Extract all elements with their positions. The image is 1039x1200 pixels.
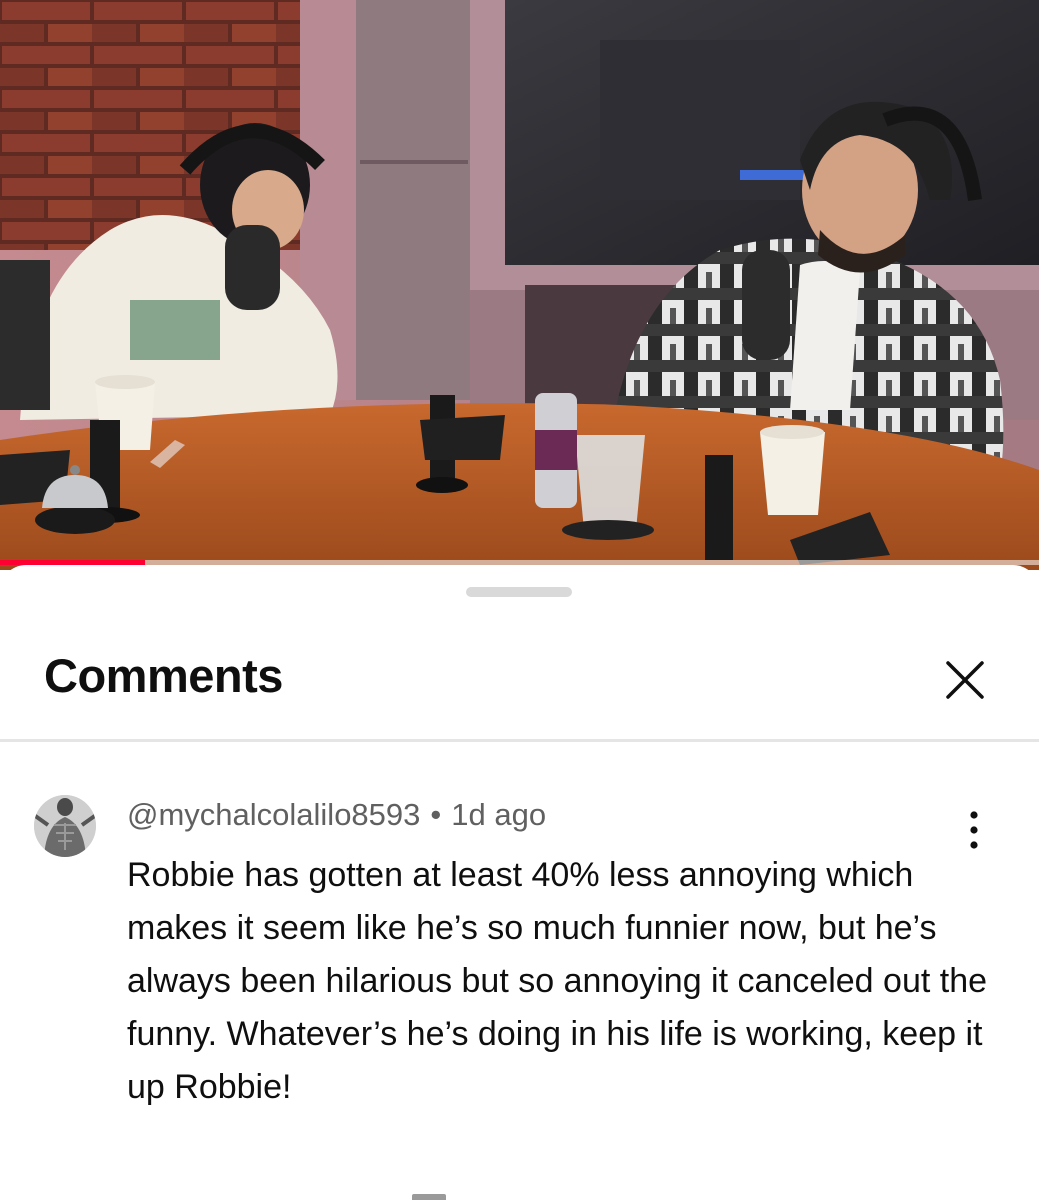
meta-separator: •: [430, 797, 442, 832]
avatar[interactable]: [34, 795, 96, 857]
close-icon: [946, 661, 984, 699]
avatar-image: [34, 795, 96, 857]
close-button[interactable]: [938, 653, 992, 707]
comment-time: 1d ago: [451, 797, 547, 832]
drag-handle[interactable]: [466, 587, 572, 597]
comment-meta: @mychalcolalilo8593 • 1d ago: [127, 797, 546, 833]
comments-title: Comments: [44, 649, 283, 702]
video-frame: [0, 0, 1039, 570]
video-player[interactable]: [0, 0, 1039, 570]
partial-icon: [412, 1194, 446, 1200]
comments-sheet: Comments @mychalcolalilo8593 • 1d ago Ro…: [0, 565, 1039, 1200]
comment-author[interactable]: @mychalcolalilo8593: [127, 797, 420, 832]
header-divider: [0, 739, 1039, 742]
comment-text: Robbie has gotten at least 40% less anno…: [127, 856, 988, 1106]
